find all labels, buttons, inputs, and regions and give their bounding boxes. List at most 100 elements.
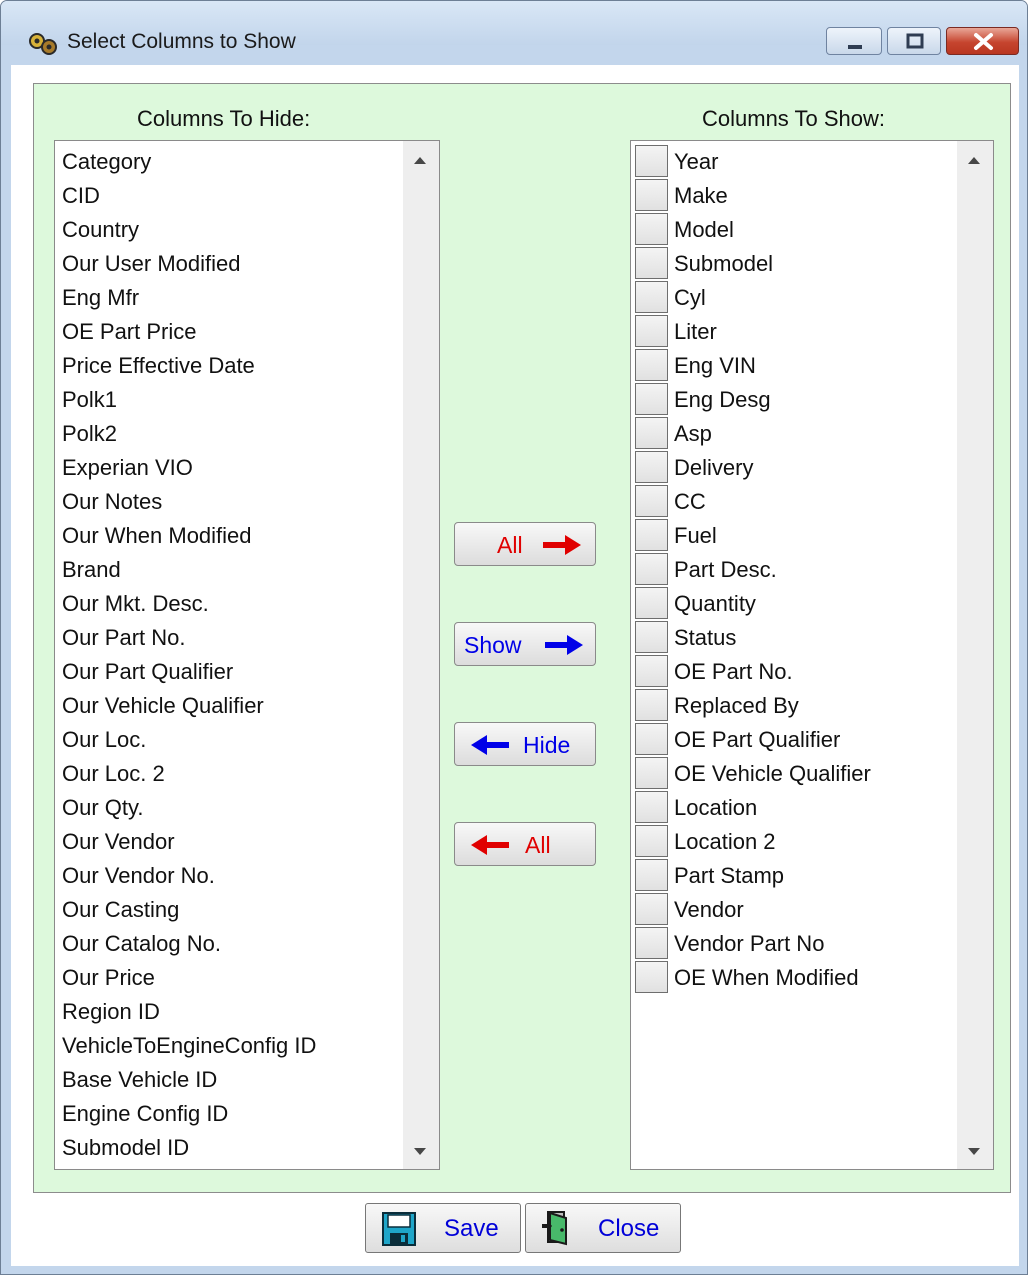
scroll-down-icon[interactable] <box>968 1148 980 1155</box>
row-checkbox[interactable] <box>635 519 668 551</box>
hide-item[interactable]: VehicleToEngineConfig ID <box>62 1033 316 1059</box>
hide-item[interactable]: Category <box>62 149 151 175</box>
row-checkbox[interactable] <box>635 213 668 245</box>
row-checkbox[interactable] <box>635 893 668 925</box>
show-item[interactable]: Liter <box>674 319 717 345</box>
show-item[interactable]: Make <box>674 183 728 209</box>
show-item[interactable]: Part Stamp <box>674 863 784 889</box>
row-checkbox[interactable] <box>635 723 668 755</box>
hide-item[interactable]: Eng Mfr <box>62 285 139 311</box>
window-title: Select Columns to Show <box>67 30 296 53</box>
row-checkbox[interactable] <box>635 961 668 993</box>
row-checkbox[interactable] <box>635 859 668 891</box>
show-item[interactable]: Vendor <box>674 897 744 923</box>
hide-item[interactable]: Polk2 <box>62 421 117 447</box>
maximize-button[interactable] <box>887 27 941 55</box>
row-checkbox[interactable] <box>635 179 668 211</box>
hide-item[interactable]: Our Loc. <box>62 727 146 753</box>
hide-item[interactable]: Our Notes <box>62 489 162 515</box>
row-checkbox[interactable] <box>635 417 668 449</box>
hide-item[interactable]: Brand <box>62 557 121 583</box>
scroll-up-icon[interactable] <box>414 157 426 164</box>
hide-item[interactable]: Our Vendor <box>62 829 175 855</box>
row-checkbox[interactable] <box>635 485 668 517</box>
hide-item[interactable]: Our Vehicle Qualifier <box>62 693 264 719</box>
show-item[interactable]: Model <box>674 217 734 243</box>
show-item[interactable]: OE Part No. <box>674 659 793 685</box>
show-item[interactable]: Submodel <box>674 251 773 277</box>
hide-item[interactable]: Engine Config ID <box>62 1101 228 1127</box>
show-listbox[interactable]: Year Make Model Submodel Cyl Liter Eng V… <box>630 140 994 1170</box>
show-item[interactable]: OE Part Qualifier <box>674 727 840 753</box>
row-checkbox[interactable] <box>635 825 668 857</box>
hide-item[interactable]: Our Loc. 2 <box>62 761 165 787</box>
show-item[interactable]: Eng Desg <box>674 387 771 413</box>
show-item[interactable]: Location 2 <box>674 829 776 855</box>
scroll-down-icon[interactable] <box>414 1148 426 1155</box>
show-item[interactable]: Asp <box>674 421 712 447</box>
hide-item[interactable]: Experian VIO <box>62 455 193 481</box>
hide-item[interactable]: Our Price <box>62 965 155 991</box>
hide-item[interactable]: Our Catalog No. <box>62 931 221 957</box>
row-checkbox[interactable] <box>635 247 668 279</box>
show-item[interactable]: Eng VIN <box>674 353 756 379</box>
show-item[interactable]: Quantity <box>674 591 756 617</box>
hide-item[interactable]: Polk1 <box>62 387 117 413</box>
title-bar[interactable]: Select Columns to Show <box>1 1 1027 55</box>
row-checkbox[interactable] <box>635 621 668 653</box>
show-button[interactable]: Show <box>454 622 596 666</box>
show-item[interactable]: Part Desc. <box>674 557 777 583</box>
hide-all-button[interactable]: All <box>454 822 596 866</box>
row-checkbox[interactable] <box>635 791 668 823</box>
show-item[interactable]: OE When Modified <box>674 965 859 991</box>
hide-item[interactable]: Our Mkt. Desc. <box>62 591 209 617</box>
row-checkbox[interactable] <box>635 927 668 959</box>
hide-item[interactable]: Price Effective Date <box>62 353 255 379</box>
hide-item[interactable]: CID <box>62 183 100 209</box>
show-list-scrollbar[interactable] <box>957 141 993 1169</box>
close-button[interactable]: Close <box>525 1203 681 1253</box>
hide-item[interactable]: Our Part Qualifier <box>62 659 233 685</box>
show-item[interactable]: Vendor Part No <box>674 931 824 957</box>
show-item[interactable]: Fuel <box>674 523 717 549</box>
hide-item[interactable]: Our Casting <box>62 897 179 923</box>
hide-listbox[interactable]: Category CID Country Our User Modified E… <box>54 140 440 1170</box>
hide-item[interactable]: Base Vehicle ID <box>62 1067 217 1093</box>
hide-item[interactable]: Our User Modified <box>62 251 241 277</box>
row-checkbox[interactable] <box>635 315 668 347</box>
hide-item[interactable]: Our Qty. <box>62 795 144 821</box>
row-checkbox[interactable] <box>635 145 668 177</box>
dialog-body: Columns To Hide: Columns To Show: Catego… <box>11 65 1019 1266</box>
hide-item[interactable]: Submodel ID <box>62 1135 189 1161</box>
hide-item[interactable]: Our When Modified <box>62 523 252 549</box>
show-item[interactable]: Year <box>674 149 718 175</box>
hide-item[interactable]: Country <box>62 217 139 243</box>
scroll-up-icon[interactable] <box>968 157 980 164</box>
row-checkbox[interactable] <box>635 553 668 585</box>
row-checkbox[interactable] <box>635 349 668 381</box>
show-item[interactable]: Replaced By <box>674 693 799 719</box>
show-item[interactable]: Cyl <box>674 285 706 311</box>
row-checkbox[interactable] <box>635 587 668 619</box>
minimize-button[interactable] <box>826 27 882 55</box>
row-checkbox[interactable] <box>635 451 668 483</box>
row-checkbox[interactable] <box>635 655 668 687</box>
hide-item[interactable]: OE Part Price <box>62 319 196 345</box>
show-all-button[interactable]: All <box>454 522 596 566</box>
show-item[interactable]: OE Vehicle Qualifier <box>674 761 871 787</box>
show-item[interactable]: Status <box>674 625 736 651</box>
row-checkbox[interactable] <box>635 757 668 789</box>
close-window-button[interactable] <box>946 27 1019 55</box>
row-checkbox[interactable] <box>635 689 668 721</box>
hide-list-scrollbar[interactable] <box>403 141 439 1169</box>
show-item[interactable]: Delivery <box>674 455 753 481</box>
save-button[interactable]: Save <box>365 1203 521 1253</box>
row-checkbox[interactable] <box>635 383 668 415</box>
hide-button[interactable]: Hide <box>454 722 596 766</box>
show-item[interactable]: Location <box>674 795 757 821</box>
show-item[interactable]: CC <box>674 489 706 515</box>
hide-item[interactable]: Region ID <box>62 999 160 1025</box>
hide-item[interactable]: Our Part No. <box>62 625 185 651</box>
hide-item[interactable]: Our Vendor No. <box>62 863 215 889</box>
row-checkbox[interactable] <box>635 281 668 313</box>
